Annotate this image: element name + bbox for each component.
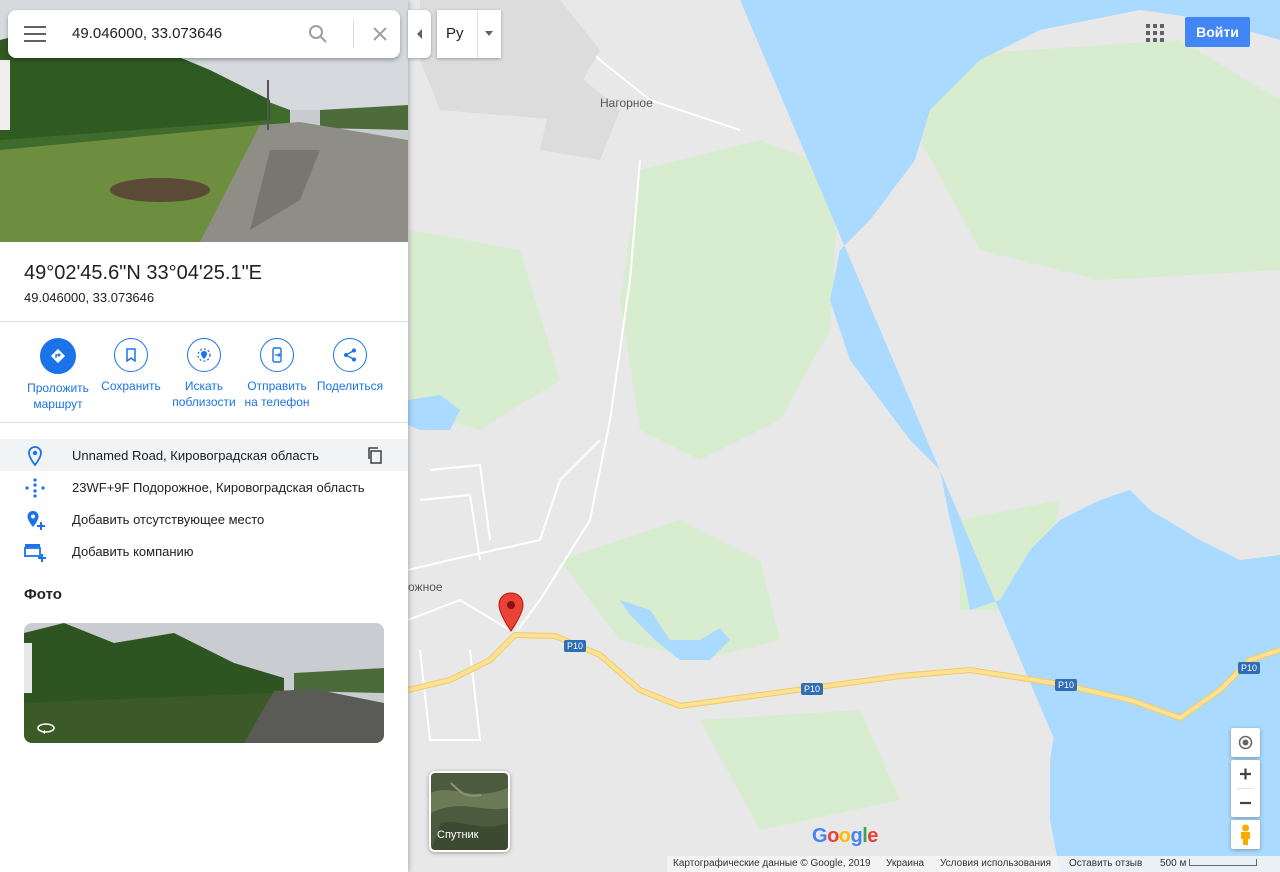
add-business-text: Добавить компанию (72, 544, 194, 559)
location-marker-icon[interactable] (498, 592, 524, 637)
chevron-down-icon (485, 31, 493, 36)
logo-letter: g (850, 825, 863, 847)
nearby-button[interactable]: Искать поблизости (166, 338, 242, 410)
plus-code-icon (24, 477, 46, 499)
directions-label: Проложить маршрут (27, 381, 89, 411)
road-label-r10: Р10 (564, 640, 587, 652)
google-logo: Google (812, 825, 878, 848)
send-to-phone-label: Отправить на телефон (244, 379, 310, 409)
scale-label[interactable]: 500 м (1160, 858, 1186, 869)
search-icon[interactable] (306, 22, 330, 46)
side-panel: 49°02'45.6"N 33°04'25.1"E 49.046000, 33.… (0, 0, 408, 872)
photo-thumbnail[interactable] (24, 623, 384, 743)
plus-icon (1240, 768, 1251, 780)
bookmark-icon (114, 338, 148, 372)
share-label: Поделиться (316, 379, 384, 393)
nearby-label: Искать поблизости (172, 379, 236, 409)
plus-code-text: 23WF+9F Подорожное, Кировоградская облас… (72, 480, 365, 495)
map-footer: Картографические данные © Google, 2019 У… (667, 856, 1280, 872)
menu-icon[interactable] (24, 26, 46, 42)
place-label-nagornoe: Нагорное (600, 96, 653, 110)
place-subtitle: 49.046000, 33.073646 (24, 290, 155, 305)
place-title: 49°02'45.6"N 33°04'25.1"E (24, 262, 263, 284)
share-button[interactable]: Поделиться (312, 338, 388, 394)
send-to-phone-button[interactable]: Отправить на телефон (239, 338, 315, 410)
apps-grid-icon[interactable] (1146, 24, 1164, 42)
country-link[interactable]: Украина (886, 858, 924, 869)
action-bar: Проложить маршрут Сохранить Искать побли… (0, 338, 408, 418)
language-label: Ру (446, 25, 464, 42)
add-business-row[interactable]: Добавить компанию (0, 535, 408, 567)
road-label-r10: Р10 (1238, 662, 1261, 674)
terms-link[interactable]: Условия использования (940, 858, 1051, 869)
logo-letter: o (827, 825, 839, 847)
satellite-label: Спутник (437, 829, 479, 841)
save-label: Сохранить (101, 379, 161, 393)
scale-bar (1189, 859, 1257, 866)
collapse-panel-button[interactable] (408, 10, 431, 58)
add-place-text: Добавить отсутствующее место (72, 512, 265, 527)
share-icon (333, 338, 367, 372)
directions-icon (40, 338, 76, 374)
language-divider (477, 10, 478, 58)
nearby-icon (187, 338, 221, 372)
photos-heading: Фото (24, 586, 62, 603)
logo-letter: o (838, 825, 851, 847)
sign-in-button[interactable]: Войти (1185, 17, 1250, 47)
close-icon[interactable] (368, 22, 392, 46)
plus-code-row[interactable]: 23WF+9F Подорожное, Кировоградская облас… (0, 471, 408, 503)
search-input[interactable]: 49.046000, 33.073646 (72, 25, 222, 42)
road-label-r10: Р10 (801, 683, 824, 695)
minus-icon (1240, 801, 1251, 805)
location-pin-icon (24, 445, 46, 467)
my-location-button[interactable] (1231, 728, 1260, 757)
directions-button[interactable]: Проложить маршрут (20, 338, 96, 412)
add-business-icon (24, 541, 46, 563)
my-location-icon (1238, 735, 1253, 750)
address-row[interactable]: Unnamed Road, Кировоградская область (0, 439, 408, 471)
address-text: Unnamed Road, Кировоградская область (72, 448, 319, 463)
search-box: 49.046000, 33.073646 (8, 10, 400, 58)
save-button[interactable]: Сохранить (93, 338, 169, 394)
add-place-row[interactable]: Добавить отсутствующее место (0, 503, 408, 535)
logo-letter: G (812, 825, 828, 847)
zoom-in-button[interactable] (1231, 760, 1260, 788)
satellite-toggle[interactable]: Спутник (429, 771, 510, 852)
send-to-phone-icon (260, 338, 294, 372)
map-data-attribution: Картографические данные © Google, 2019 (673, 858, 871, 869)
zoom-out-button[interactable] (1231, 789, 1260, 817)
feedback-link[interactable]: Оставить отзыв (1069, 858, 1142, 869)
add-place-icon (24, 509, 46, 531)
pegman-button[interactable] (1231, 820, 1260, 849)
place-label-podorozhnoe: ожное (408, 580, 443, 594)
pegman-icon (1241, 824, 1250, 845)
logo-letter: e (867, 825, 878, 847)
copy-icon[interactable] (366, 446, 384, 464)
road-label-r10: Р10 (1055, 679, 1078, 691)
zoom-controls (1231, 760, 1260, 817)
language-selector[interactable]: Ру (437, 10, 501, 58)
street-view-360-icon (36, 721, 56, 740)
search-divider (353, 20, 354, 48)
divider (0, 422, 408, 423)
divider (0, 321, 408, 322)
